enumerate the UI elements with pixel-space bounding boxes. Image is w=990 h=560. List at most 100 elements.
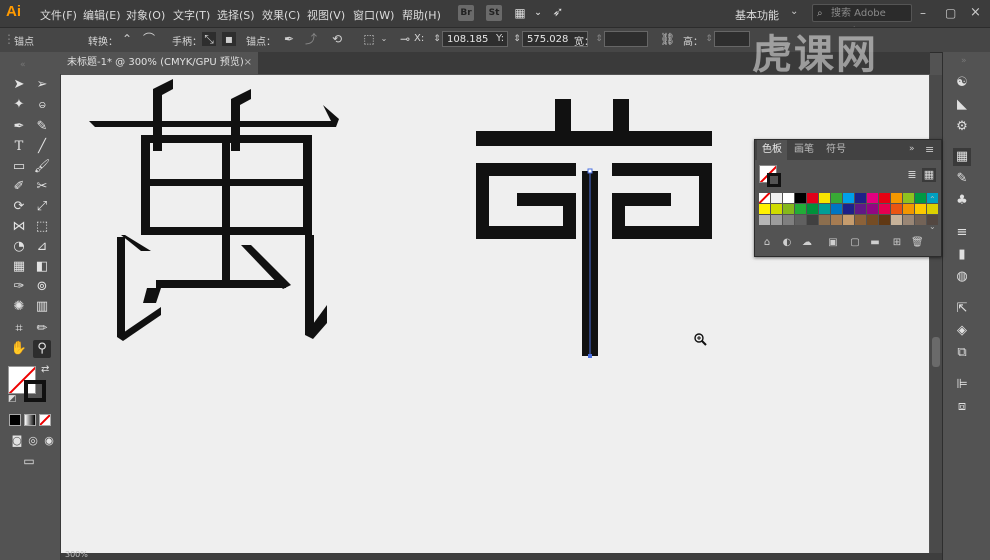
line-tool-icon[interactable]: ╱	[33, 138, 51, 156]
color-swatch[interactable]	[927, 204, 938, 214]
color-swatch[interactable]	[915, 204, 926, 214]
color-swatch[interactable]	[831, 204, 842, 214]
color-swatch[interactable]	[903, 193, 914, 203]
list-view-icon[interactable]: ≣	[905, 168, 919, 182]
align-panel-icon[interactable]: ⊫	[953, 376, 971, 394]
show-kinds-icon[interactable]: ☁	[801, 237, 813, 249]
zoom-level[interactable]: 300%	[65, 550, 88, 559]
color-swatch[interactable]	[795, 193, 806, 203]
slice-tool-icon[interactable]: ✏	[33, 320, 51, 338]
curvature-tool-icon[interactable]: ✎	[33, 118, 51, 136]
new-swatch-icon[interactable]: ⊞	[891, 237, 903, 249]
color-swatch[interactable]	[783, 193, 794, 203]
gradient-panel-icon[interactable]: ▮	[953, 246, 971, 264]
type-tool-icon[interactable]: T	[10, 138, 28, 156]
gradient-mode-icon[interactable]	[24, 414, 36, 426]
menu-object[interactable]: 对象(O)	[126, 7, 165, 23]
glyph-artwork-left[interactable]	[89, 79, 339, 341]
color-guide-icon[interactable]: ◣	[953, 96, 971, 114]
tab-swatches[interactable]: 色板	[757, 140, 787, 160]
swap-fill-stroke-icon[interactable]: ⇄	[41, 364, 49, 375]
magic-wand-tool-icon[interactable]: ✦	[10, 96, 28, 114]
color-swatch[interactable]	[867, 215, 878, 225]
color-swatch[interactable]	[807, 193, 818, 203]
color-swatch[interactable]	[819, 204, 830, 214]
pen-tool-icon[interactable]: ✒	[10, 118, 28, 136]
color-swatch[interactable]	[891, 204, 902, 214]
color-swatch[interactable]	[783, 204, 794, 214]
scroll-up-icon[interactable]: ⌃	[929, 195, 936, 204]
menu-effect[interactable]: 效果(C)	[262, 7, 300, 23]
color-swatch[interactable]	[759, 215, 770, 225]
free-transform-tool-icon[interactable]: ⬚	[33, 218, 51, 236]
color-swatch[interactable]	[855, 193, 866, 203]
perspective-grid-tool-icon[interactable]: ⊿	[33, 238, 51, 256]
panel-stroke-swatch[interactable]	[767, 173, 781, 187]
pathfinder-panel-icon[interactable]: ⧈	[953, 398, 971, 416]
artboards-panel-icon[interactable]: ⧉	[953, 344, 971, 362]
delete-swatch-icon[interactable]: 🗑	[911, 237, 924, 249]
convert-smooth-icon[interactable]: ⌒	[142, 32, 156, 46]
color-swatch[interactable]	[903, 215, 914, 225]
color-swatch[interactable]	[915, 193, 926, 203]
shaper-tool-icon[interactable]: ✐	[10, 178, 28, 196]
stock-search-input[interactable]: ⌕ 搜索 Adobe Stock	[812, 4, 912, 37]
scissors-tool-icon[interactable]: ✂	[33, 178, 51, 196]
zoom-tool-icon[interactable]: ⚲	[33, 340, 51, 358]
height-field[interactable]	[714, 31, 750, 47]
gpu-performance-icon[interactable]: ➶	[550, 5, 566, 21]
color-swatch[interactable]	[831, 193, 842, 203]
color-swatch[interactable]	[795, 204, 806, 214]
hide-handles-icon[interactable]: ▪	[222, 32, 236, 46]
color-swatch[interactable]	[819, 193, 830, 203]
color-swatch[interactable]	[843, 204, 854, 214]
cut-path-icon[interactable]: ⟲	[330, 32, 344, 46]
swatches-panel-icon[interactable]: ▦	[953, 148, 971, 166]
new-color-group-icon[interactable]: ▢	[849, 237, 861, 249]
convert-corner-icon[interactable]: ⌃	[120, 32, 134, 46]
color-swatch[interactable]	[867, 193, 878, 203]
color-swatch[interactable]	[879, 193, 890, 203]
menu-view[interactable]: 视图(V)	[307, 7, 345, 23]
direct-selection-tool-icon[interactable]: ➢	[33, 76, 51, 94]
vertical-scroll-thumb[interactable]	[932, 337, 940, 367]
symbols-panel-icon[interactable]: ♣	[953, 192, 971, 210]
scale-tool-icon[interactable]: ⤢	[33, 198, 51, 216]
color-swatch[interactable]	[891, 215, 902, 225]
align-anchor-icon[interactable]: ⊸	[398, 32, 412, 46]
menu-select[interactable]: 选择(S)	[217, 7, 255, 23]
color-swatch[interactable]	[879, 215, 890, 225]
mesh-tool-icon[interactable]: ▦	[10, 258, 28, 276]
show-handles-icon[interactable]: ⤡	[202, 32, 216, 46]
default-fill-stroke-icon[interactable]: ◩	[8, 394, 17, 404]
constrain-link-icon[interactable]: ⛓	[660, 32, 675, 46]
color-swatch[interactable]	[771, 215, 782, 225]
menu-type[interactable]: 文字(T)	[173, 7, 210, 23]
paintbrush-tool-icon[interactable]: 🖌	[33, 158, 51, 176]
color-swatch[interactable]	[855, 204, 866, 214]
export-panel-icon[interactable]: ⇱	[953, 300, 971, 318]
rotate-tool-icon[interactable]: ⟳	[10, 198, 28, 216]
color-swatch[interactable]	[819, 215, 830, 225]
menu-file[interactable]: 文件(F)	[40, 7, 77, 23]
connect-anchor-icon[interactable]: ⤴	[304, 32, 318, 46]
color-swatch[interactable]	[879, 204, 890, 214]
color-swatch[interactable]	[843, 193, 854, 203]
cc-library-icon[interactable]: ◐	[781, 237, 793, 249]
restore-icon[interactable]: ▢	[945, 6, 956, 20]
gradient-tool-icon[interactable]: ◧	[33, 258, 51, 276]
new-folder-icon[interactable]: ▬	[869, 237, 881, 249]
layers-panel-icon[interactable]: ◈	[953, 322, 971, 340]
symbol-sprayer-tool-icon[interactable]: ✺	[10, 298, 28, 316]
swatch-libraries-icon[interactable]: ⌂	[761, 237, 773, 249]
color-swatch[interactable]	[903, 204, 914, 214]
bridge-icon[interactable]: Br	[458, 5, 474, 21]
color-swatch[interactable]	[759, 204, 770, 214]
menu-edit[interactable]: 编辑(E)	[83, 7, 121, 23]
blend-tool-icon[interactable]: ⊚	[33, 278, 51, 296]
close-tab-icon[interactable]: ×	[244, 52, 252, 74]
collapse-dock-icon[interactable]: »	[961, 56, 967, 66]
width-tool-icon[interactable]: ⋈	[10, 218, 28, 236]
chevron-down-icon[interactable]: ⌄	[530, 5, 546, 21]
stroke-swatch[interactable]	[24, 380, 46, 402]
